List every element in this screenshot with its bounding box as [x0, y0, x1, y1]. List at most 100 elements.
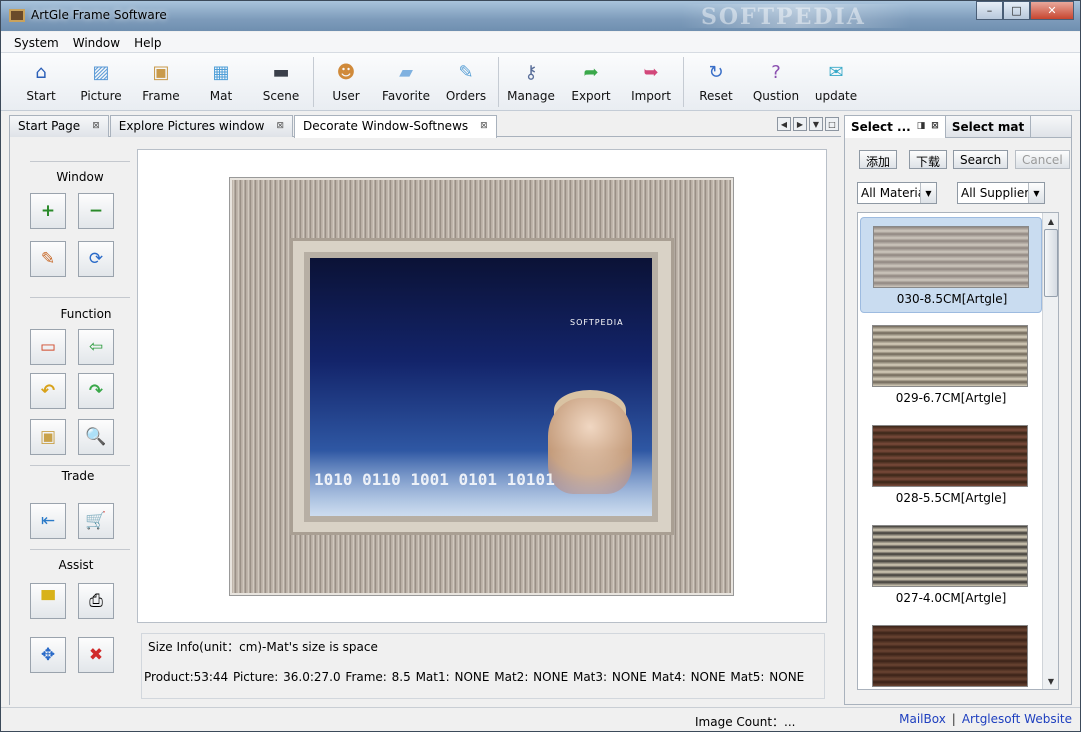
toolbar-picture-button[interactable]: ▨ Picture	[71, 53, 131, 109]
print-button[interactable]: ⎙	[78, 583, 114, 619]
toolbar-label: Import	[631, 89, 671, 103]
toolbar-mat-button[interactable]: ▦ Mat	[191, 53, 251, 109]
scene-icon: ▬	[272, 61, 290, 83]
chevron-down-icon: ▼	[920, 183, 936, 203]
toolbar-scene-button[interactable]: ▬ Scene	[251, 53, 311, 109]
tab-label: Start Page	[18, 119, 81, 133]
toolbar-label: User	[332, 89, 360, 103]
toolbar-user-button[interactable]: ☻ User	[316, 53, 376, 109]
supplier-select[interactable]: All Supplier ▼	[957, 182, 1045, 204]
website-link[interactable]: Artglesoft Website	[962, 712, 1072, 726]
tab-explore-pictures[interactable]: Explore Pictures window ⊠	[109, 115, 293, 137]
frame-list-item[interactable]: 028-5.5CM[Artgle]	[860, 417, 1042, 513]
toolbar-import-button[interactable]: ➥ Import	[621, 53, 681, 109]
tab-start-page[interactable]: Start Page ⊠	[9, 115, 109, 137]
display-icon: ▀	[41, 591, 55, 611]
redo-button[interactable]: ↷	[78, 373, 114, 409]
toolbar-update-button[interactable]: ✉ update	[806, 53, 866, 109]
picture-icon: ▨	[92, 61, 110, 83]
tab-list-icon[interactable]: ▼	[809, 117, 823, 131]
menu-window[interactable]: Window	[66, 32, 127, 52]
toolbar-label: Frame	[142, 89, 180, 103]
toolbar-frame-button[interactable]: ▣ Frame	[131, 53, 191, 109]
size-info-legend: Size Info(unit：cm)-Mat's size is space	[146, 638, 380, 655]
back-button[interactable]: ⇦	[78, 329, 114, 365]
panel-close-icon[interactable]: ⊠	[931, 120, 939, 138]
cancel-button[interactable]: Cancel	[1015, 150, 1070, 169]
toolbar-start-button[interactable]: ⌂ Start	[11, 53, 71, 109]
scroll-thumb[interactable]	[1044, 229, 1058, 297]
close-button[interactable]: ✕	[1030, 1, 1074, 20]
tab-label: Decorate Window-Softnews	[303, 119, 469, 133]
zoom-in-button[interactable]: +	[30, 193, 66, 229]
search-button[interactable]: Search	[953, 150, 1009, 169]
menu-help[interactable]: Help	[127, 32, 168, 52]
add-button[interactable]: 添加	[859, 150, 898, 169]
zoom-out-icon: −	[88, 201, 104, 221]
tab-select-mat[interactable]: Select mat	[946, 116, 1032, 138]
undo-button[interactable]: ↶	[30, 373, 66, 409]
toolbar-export-button[interactable]: ➦ Export	[561, 53, 621, 109]
fullscreen-icon: ✥	[40, 645, 56, 665]
toolbar-manage-button[interactable]: ⚷ Manage	[501, 53, 561, 109]
section-function: Function	[60, 307, 112, 321]
refresh-icon: ⟳	[88, 249, 104, 269]
frame-list-item[interactable]: 030-8.5CM[Artgle]	[860, 217, 1042, 313]
framed-picture[interactable]: SOFTPEDIA 1010 0110 1001 0101 10101	[230, 178, 733, 595]
image-button[interactable]: ▣	[30, 419, 66, 455]
crop-button[interactable]: ▭	[30, 329, 66, 365]
redo-icon: ↷	[88, 381, 104, 401]
frame-list[interactable]: 027-4.0CM[Artgle] 028-5.5CM[Artgle] 029-6.…	[857, 212, 1059, 690]
mailbox-link[interactable]: MailBox	[899, 712, 946, 726]
tab-label: Select mat	[951, 120, 1025, 134]
toolbar-label: Scene	[262, 89, 300, 103]
zoom-out-button[interactable]: −	[78, 193, 114, 229]
tab-close-icon[interactable]: ⊠	[92, 119, 100, 137]
tab-label: Select ...	[851, 120, 911, 134]
frame-thumbnail	[872, 625, 1028, 687]
toolbar-label: Qustion	[752, 89, 800, 103]
tab-close-icon[interactable]: ⊠	[480, 119, 488, 138]
delete-button[interactable]: ✖	[78, 637, 114, 673]
section-window: Window	[56, 170, 104, 184]
edit-picture-button[interactable]: ✎	[30, 241, 66, 277]
download-button[interactable]: 下载	[909, 150, 948, 169]
tab-close-icon[interactable]: ⊠	[276, 119, 284, 137]
toolbar-separator	[313, 57, 314, 107]
section-assist: Assist	[58, 558, 94, 572]
toolbar-reset-button[interactable]: ↻ Reset	[686, 53, 746, 109]
frame-list-scrollbar[interactable]: ▲ ▼	[1042, 213, 1058, 689]
decorate-canvas[interactable]: SOFTPEDIA 1010 0110 1001 0101 10101	[137, 149, 827, 623]
exit-button[interactable]: ⇤	[30, 503, 66, 539]
scroll-down-icon[interactable]: ▼	[1044, 674, 1058, 688]
question-icon: ?	[771, 61, 781, 83]
refresh-button[interactable]: ⟳	[78, 241, 114, 277]
toolbar-label: Favorite	[382, 89, 430, 103]
display-button[interactable]: ▀	[30, 583, 66, 619]
menu-system[interactable]: System	[7, 32, 66, 52]
window-title: ArtGle Frame Software	[31, 8, 167, 22]
toolbar-favorite-button[interactable]: ▰ Favorite	[376, 53, 436, 109]
picture-image: SOFTPEDIA 1010 0110 1001 0101 10101	[304, 252, 658, 522]
tab-restore-icon[interactable]: □	[825, 117, 839, 131]
material-select[interactable]: All Material ▼	[857, 182, 937, 204]
tab-decorate-window[interactable]: Decorate Window-Softnews ⊠	[294, 115, 497, 138]
fullscreen-button[interactable]: ✥	[30, 637, 66, 673]
add-to-cart-button[interactable]: 🛒	[78, 503, 114, 539]
tab-scroll-right-icon[interactable]: ▶	[793, 117, 807, 131]
frame-list-item[interactable]: 029-6.7CM[Artgle]	[860, 317, 1042, 413]
toolbar-label: Reset	[699, 89, 733, 103]
frame-list-item[interactable]: 027-4.0CM[Artgle]	[860, 517, 1042, 613]
minimize-button[interactable]: –	[976, 1, 1003, 20]
frame-list-item[interactable]	[860, 617, 1042, 689]
scroll-up-icon[interactable]: ▲	[1044, 214, 1058, 228]
tab-select-frame[interactable]: Select ... ◨ ⊠	[845, 116, 946, 138]
maximize-button[interactable]: □	[1003, 1, 1030, 20]
toolbar-qustion-button[interactable]: ? Qustion	[746, 53, 806, 109]
preview-button[interactable]: 🔍	[78, 419, 114, 455]
pin-icon[interactable]: ◨	[917, 120, 926, 138]
folder-icon: ▰	[399, 61, 413, 83]
tab-scroll-left-icon[interactable]: ◀	[777, 117, 791, 131]
size-info-group: Size Info(unit：cm)-Mat's size is space P…	[141, 633, 825, 699]
toolbar-orders-button[interactable]: ✎ Orders	[436, 53, 496, 109]
